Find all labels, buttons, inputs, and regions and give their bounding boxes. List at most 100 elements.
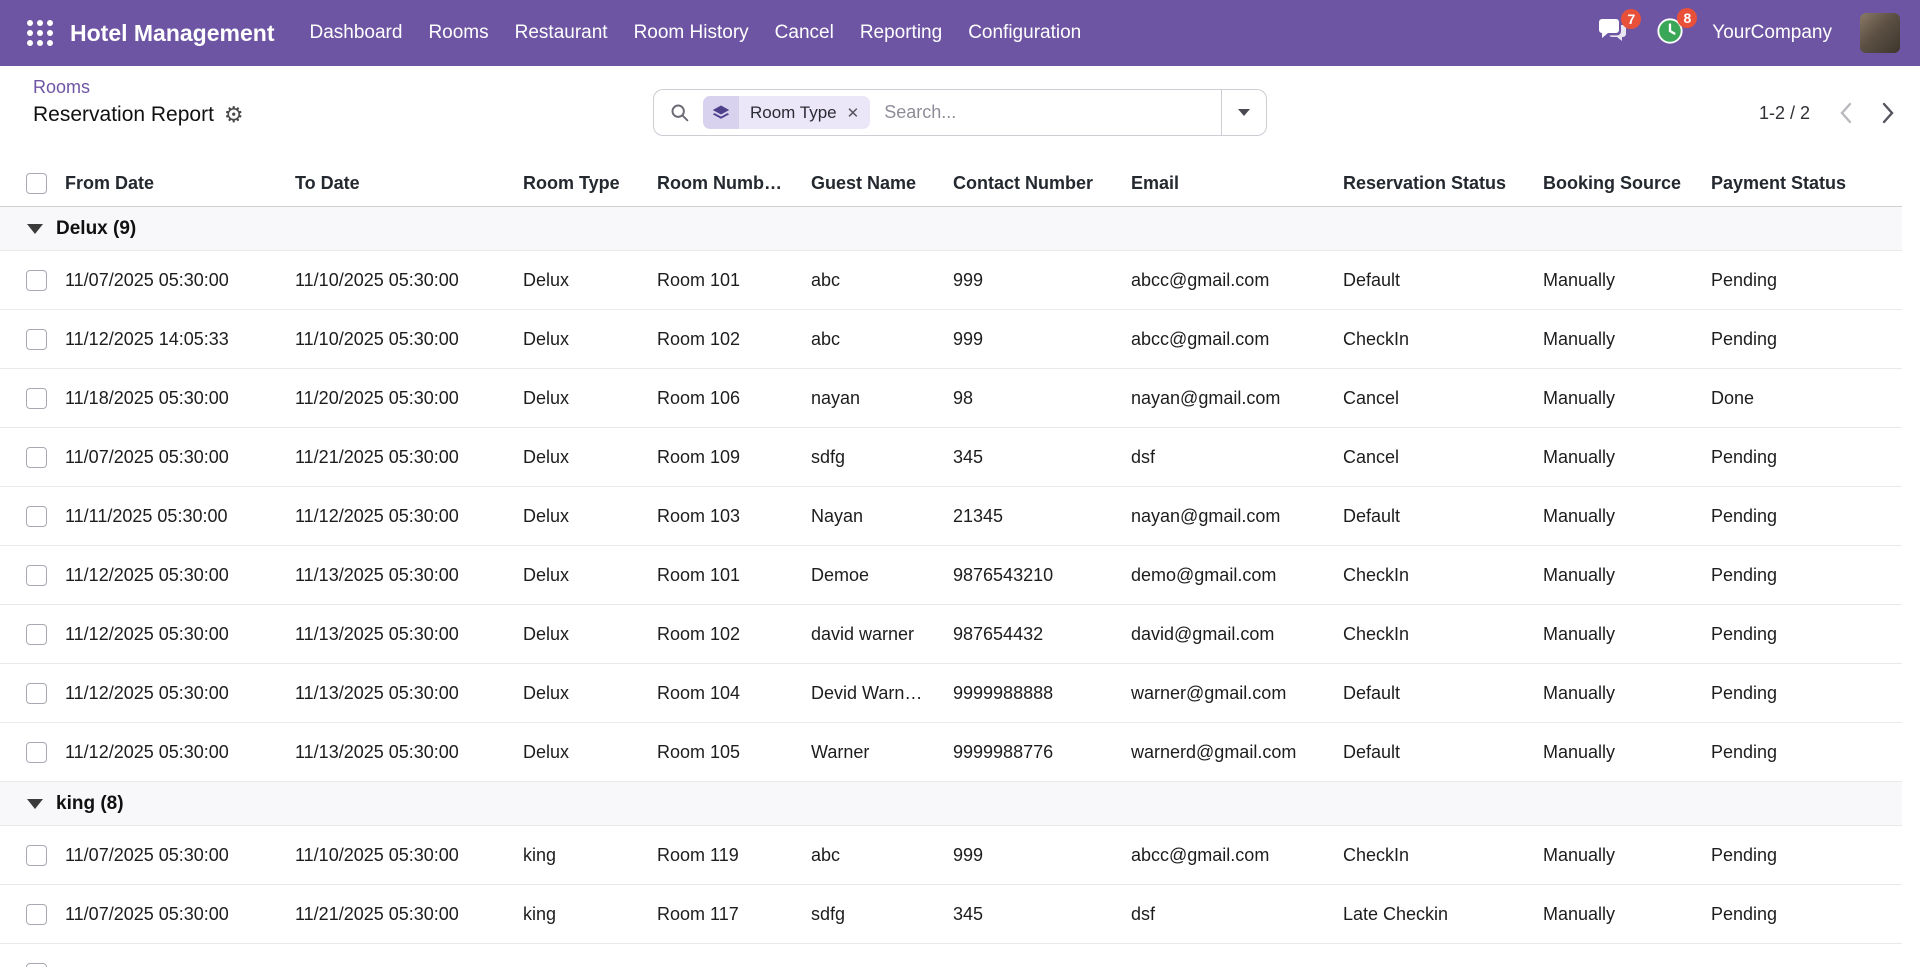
cell-from_date: 11/12/2025 05:30:00	[56, 624, 286, 645]
column-header-email[interactable]: Email	[1122, 173, 1334, 194]
table-row-partial	[0, 944, 1902, 967]
row-checkbox[interactable]	[26, 904, 47, 925]
nav-item-room-history[interactable]: Room History	[621, 0, 762, 66]
table-row[interactable]: 11/18/2025 05:30:0011/20/2025 05:30:00De…	[0, 369, 1902, 428]
group-row[interactable]: Delux (9)	[0, 207, 1902, 251]
action-menu-gear-button[interactable]: ⚙	[224, 104, 244, 126]
cell-room_number: Room 103	[648, 506, 802, 527]
table-row[interactable]: 11/12/2025 05:30:0011/13/2025 05:30:00De…	[0, 664, 1902, 723]
row-checkbox[interactable]	[26, 270, 47, 291]
pager-next-button[interactable]	[1882, 102, 1894, 124]
cell-to_date: 11/12/2025 05:30:00	[286, 506, 514, 527]
cell-room_type: Delux	[514, 329, 648, 350]
cell-guest_name: Warner	[802, 742, 944, 763]
cell-reservation_status: Late Checkin	[1334, 904, 1534, 925]
cell-room_number: Room 117	[648, 904, 802, 925]
select-all-checkbox[interactable]	[26, 173, 47, 194]
messages-button[interactable]: 7	[1598, 18, 1628, 49]
row-checkbox-cell	[0, 565, 56, 586]
cell-booking_source: Manually	[1534, 683, 1702, 704]
table-row[interactable]: 11/12/2025 05:30:0011/13/2025 05:30:00De…	[0, 605, 1902, 664]
search-input[interactable]	[882, 101, 1221, 124]
column-header-reservation_status[interactable]: Reservation Status	[1334, 173, 1534, 194]
cell-room_type: king	[514, 845, 648, 866]
row-checkbox[interactable]	[26, 963, 47, 967]
row-checkbox[interactable]	[26, 506, 47, 527]
row-checkbox[interactable]	[26, 565, 47, 586]
row-checkbox[interactable]	[26, 624, 47, 645]
row-checkbox[interactable]	[26, 683, 47, 704]
table-row[interactable]: 11/07/2025 05:30:0011/10/2025 05:30:00De…	[0, 251, 1902, 310]
list-view-region: From DateTo DateRoom TypeRoom Numb…Guest…	[0, 160, 1920, 967]
cell-contact_number: 999	[944, 845, 1122, 866]
cell-email: demo@gmail.com	[1122, 565, 1334, 586]
column-header-booking_source[interactable]: Booking Source	[1534, 173, 1702, 194]
column-header-room_type[interactable]: Room Type	[514, 173, 648, 194]
cell-reservation_status: CheckIn	[1334, 624, 1534, 645]
nav-item-restaurant[interactable]: Restaurant	[502, 0, 621, 66]
breadcrumb-rooms-link[interactable]: Rooms	[33, 77, 244, 98]
cell-room_number: Room 106	[648, 388, 802, 409]
nav-item-reporting[interactable]: Reporting	[847, 0, 955, 66]
column-header-contact_number[interactable]: Contact Number	[944, 173, 1122, 194]
cell-booking_source: Manually	[1534, 270, 1702, 291]
nav-item-cancel[interactable]: Cancel	[762, 0, 847, 66]
row-checkbox-cell	[0, 845, 56, 866]
company-menu[interactable]: YourCompany	[1712, 22, 1832, 44]
group-row[interactable]: king (8)	[0, 782, 1902, 826]
column-header-payment_status[interactable]: Payment Status	[1702, 173, 1902, 194]
pager-previous-button[interactable]	[1840, 102, 1852, 124]
table-row[interactable]: 11/11/2025 05:30:0011/12/2025 05:30:00De…	[0, 487, 1902, 546]
pager: 1-2 / 2	[1759, 66, 1894, 160]
cell-from_date: 11/12/2025 05:30:00	[56, 565, 286, 586]
table-row[interactable]: 11/12/2025 05:30:0011/13/2025 05:30:00De…	[0, 723, 1902, 782]
cell-room_type: Delux	[514, 683, 648, 704]
cell-reservation_status: Cancel	[1334, 388, 1534, 409]
table-header-row: From DateTo DateRoom TypeRoom Numb…Guest…	[0, 160, 1902, 207]
row-checkbox[interactable]	[26, 742, 47, 763]
cell-guest_name: abc	[802, 329, 944, 350]
cell-room_type: Delux	[514, 506, 648, 527]
row-checkbox[interactable]	[26, 329, 47, 350]
nav-item-configuration[interactable]: Configuration	[955, 0, 1094, 66]
messages-badge: 7	[1621, 9, 1641, 29]
cell-contact_number: 98	[944, 388, 1122, 409]
cell-contact_number: 9999988776	[944, 742, 1122, 763]
cell-contact_number: 9876543210	[944, 565, 1122, 586]
cell-room_number: Room 104	[648, 683, 802, 704]
cell-room_type: Delux	[514, 624, 648, 645]
nav-item-dashboard[interactable]: Dashboard	[296, 0, 415, 66]
caret-down-icon	[27, 799, 43, 809]
user-menu-avatar[interactable]	[1860, 13, 1900, 53]
column-header-room_number[interactable]: Room Numb…	[648, 173, 802, 194]
column-header-to_date[interactable]: To Date	[286, 173, 514, 194]
cell-room_type: Delux	[514, 270, 648, 291]
row-checkbox[interactable]	[26, 447, 47, 468]
cell-guest_name: sdfg	[802, 904, 944, 925]
cell-email: abcc@gmail.com	[1122, 329, 1334, 350]
apps-menu-button[interactable]	[20, 13, 60, 53]
cell-reservation_status: CheckIn	[1334, 565, 1534, 586]
select-all-checkbox-cell	[0, 173, 56, 194]
group-by-layers-icon	[703, 96, 739, 129]
nav-item-rooms[interactable]: Rooms	[415, 0, 501, 66]
table-row[interactable]: 11/07/2025 05:30:0011/21/2025 05:30:00ki…	[0, 885, 1902, 944]
column-header-from_date[interactable]: From Date	[56, 173, 286, 194]
group-label: Delux (9)	[56, 218, 136, 240]
row-checkbox[interactable]	[26, 388, 47, 409]
column-header-guest_name[interactable]: Guest Name	[802, 173, 944, 194]
row-checkbox[interactable]	[26, 845, 47, 866]
activities-button[interactable]: 8	[1656, 17, 1684, 50]
cell-room_number: Room 101	[648, 270, 802, 291]
table-row[interactable]: 11/07/2025 05:30:0011/10/2025 05:30:00ki…	[0, 826, 1902, 885]
top-navbar: Hotel Management Dashboard Rooms Restaur…	[0, 0, 1920, 66]
table-row[interactable]: 11/12/2025 14:05:3311/10/2025 05:30:00De…	[0, 310, 1902, 369]
group-label: king (8)	[56, 793, 124, 815]
facet-remove-button[interactable]: ✕	[847, 104, 860, 122]
search-options-toggle[interactable]	[1222, 90, 1266, 135]
cell-email: dsf	[1122, 447, 1334, 468]
table-row[interactable]: 11/07/2025 05:30:0011/21/2025 05:30:00De…	[0, 428, 1902, 487]
table-row[interactable]: 11/12/2025 05:30:0011/13/2025 05:30:00De…	[0, 546, 1902, 605]
search-icon	[669, 102, 690, 123]
cell-from_date: 11/12/2025 05:30:00	[56, 683, 286, 704]
